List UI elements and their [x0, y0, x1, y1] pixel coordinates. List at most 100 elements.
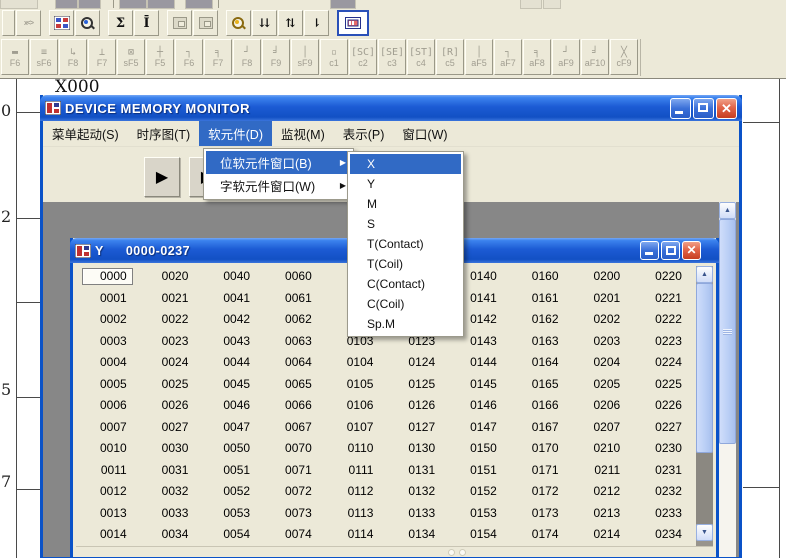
device-cell[interactable]: 0151 — [448, 460, 510, 482]
scroll-track[interactable] — [696, 453, 713, 524]
device-memory-button[interactable] — [49, 10, 74, 36]
device-cell[interactable]: 0022 — [140, 309, 202, 331]
scroll-up-button[interactable]: ▲ — [719, 202, 736, 219]
device-cell[interactable]: 0005 — [78, 374, 140, 396]
y-close-button[interactable]: ✕ — [682, 241, 701, 260]
monitor-mode-button[interactable] — [75, 10, 100, 36]
menubar-item-4[interactable]: 监视(M) — [272, 121, 334, 146]
bit-device-item-T(Contact)[interactable]: T(Contact) — [350, 234, 461, 254]
ladder-symbol-button-F6[interactable]: ▬F6 — [1, 39, 29, 75]
device-cell[interactable]: 0110 — [325, 438, 387, 460]
device-cell[interactable]: 0167 — [510, 417, 572, 439]
device-cell[interactable]: 0064 — [263, 352, 325, 374]
ladder-symbol-button-aF9[interactable]: ┘aF9 — [552, 39, 580, 75]
scroll-thumb[interactable] — [696, 283, 713, 453]
ladder-symbol-button-sF6[interactable]: ≡sF6 — [30, 39, 58, 75]
device-cell[interactable]: 0210 — [572, 438, 634, 460]
device-cell[interactable]: 0212 — [572, 481, 634, 503]
ladder-symbol-button-c3[interactable]: [SE]c3 — [378, 39, 406, 75]
device-cell[interactable]: 0214 — [572, 524, 634, 546]
device-cell[interactable]: 0051 — [201, 460, 263, 482]
device-cell[interactable]: 0173 — [510, 503, 572, 525]
y-horizontal-scrollbar[interactable] — [76, 546, 713, 557]
device-cell[interactable]: 0223 — [633, 331, 695, 353]
device-cell[interactable]: 0201 — [572, 288, 634, 310]
device-cell[interactable]: 0074 — [263, 524, 325, 546]
y-maximize-button[interactable] — [661, 241, 680, 260]
device-cell[interactable]: 0220 — [633, 266, 695, 288]
ladder-symbol-button-c5[interactable]: [R]c5 — [436, 39, 464, 75]
ladder-symbol-button-sF5[interactable]: ⊠sF5 — [117, 39, 145, 75]
ladder-symbol-button-cF9[interactable]: ╳cF9 — [610, 39, 638, 75]
device-cell[interactable]: 0162 — [510, 309, 572, 331]
device-cell[interactable]: 0030 — [140, 438, 202, 460]
device-cell[interactable]: 0147 — [448, 417, 510, 439]
device-cell[interactable]: 0073 — [263, 503, 325, 525]
device-cell[interactable]: 0131 — [386, 460, 448, 482]
device-cell[interactable]: 0071 — [263, 460, 325, 482]
ladder-symbol-button-F7[interactable]: ⊥F7 — [88, 39, 116, 75]
device-test-button-1[interactable]: ⇊ — [252, 10, 277, 36]
device-cell[interactable]: 0104 — [325, 352, 387, 374]
device-cell[interactable]: 0032 — [140, 481, 202, 503]
device-cell[interactable]: 0060 — [263, 266, 325, 288]
device-cell[interactable]: 0224 — [633, 352, 695, 374]
monitor-close-button[interactable]: ✕ — [716, 98, 737, 119]
device-cell[interactable]: 0134 — [386, 524, 448, 546]
scroll-up-button[interactable]: ▲ — [696, 266, 713, 283]
device-cell[interactable]: 0126 — [386, 395, 448, 417]
device-cell[interactable]: 0165 — [510, 374, 572, 396]
device-cell[interactable]: 0112 — [325, 481, 387, 503]
device-cell[interactable]: 0040 — [201, 266, 263, 288]
device-cell[interactable]: 0206 — [572, 395, 634, 417]
device-cell[interactable]: 0113 — [325, 503, 387, 525]
convert-run-button[interactable]: Ī — [134, 10, 159, 36]
device-cell[interactable]: 0021 — [140, 288, 202, 310]
device-cell[interactable]: 0154 — [448, 524, 510, 546]
ladder-symbol-button-aF5[interactable]: │aF5 — [465, 39, 493, 75]
device-cell[interactable]: 0227 — [633, 417, 695, 439]
ladder-symbol-button-F6[interactable]: ┐F6 — [175, 39, 203, 75]
device-cell[interactable]: 0153 — [448, 503, 510, 525]
device-cell[interactable]: 0146 — [448, 395, 510, 417]
device-cell[interactable]: 0203 — [572, 331, 634, 353]
device-cell[interactable]: 0054 — [201, 524, 263, 546]
device-menu-item-1[interactable]: 位软元件窗口(B)▶ — [206, 151, 351, 174]
device-cell[interactable]: 0062 — [263, 309, 325, 331]
device-cell[interactable]: 0004 — [78, 352, 140, 374]
device-cell[interactable]: 0066 — [263, 395, 325, 417]
ladder-symbol-button-aF7[interactable]: ┐aF7 — [494, 39, 522, 75]
device-cell[interactable]: 0012 — [78, 481, 140, 503]
ladder-symbol-button-c1[interactable]: ▫c1 — [320, 39, 348, 75]
device-cell[interactable]: 0105 — [325, 374, 387, 396]
bit-device-item-X[interactable]: X — [350, 154, 461, 174]
device-cell[interactable]: 0023 — [140, 331, 202, 353]
device-test-button-3[interactable]: ⇂ — [304, 10, 329, 36]
device-cell[interactable]: 0202 — [572, 309, 634, 331]
device-cell[interactable]: 0174 — [510, 524, 572, 546]
device-cell[interactable]: 0204 — [572, 352, 634, 374]
device-cell[interactable]: 0127 — [386, 417, 448, 439]
device-cell[interactable]: 0003 — [78, 331, 140, 353]
device-cell[interactable]: 0207 — [572, 417, 634, 439]
device-test-button-2[interactable]: ⇅ — [278, 10, 303, 36]
find-device-button[interactable] — [226, 10, 251, 36]
convert-button[interactable]: Σ — [108, 10, 133, 36]
menubar-item-5[interactable]: 表示(P) — [334, 121, 394, 146]
menubar-item-2[interactable]: 时序图(T) — [128, 121, 199, 146]
device-cell[interactable]: 0065 — [263, 374, 325, 396]
device-cell[interactable]: 0107 — [325, 417, 387, 439]
device-cell[interactable]: 0000 — [78, 266, 140, 288]
device-cell[interactable]: 0014 — [78, 524, 140, 546]
device-monitor-toggle-button[interactable] — [337, 10, 369, 36]
device-cell[interactable]: 0013 — [78, 503, 140, 525]
device-cell[interactable]: 0164 — [510, 352, 572, 374]
monitor-vertical-scrollbar[interactable]: ▲ — [719, 202, 736, 557]
device-cell[interactable]: 0125 — [386, 374, 448, 396]
menubar-item-1[interactable]: 菜单起动(S) — [43, 121, 128, 146]
device-cell[interactable]: 0230 — [633, 438, 695, 460]
device-cell[interactable]: 0231 — [633, 460, 695, 482]
device-cell[interactable]: 0130 — [386, 438, 448, 460]
device-cell[interactable]: 0010 — [78, 438, 140, 460]
y-minimize-button[interactable] — [640, 241, 659, 260]
